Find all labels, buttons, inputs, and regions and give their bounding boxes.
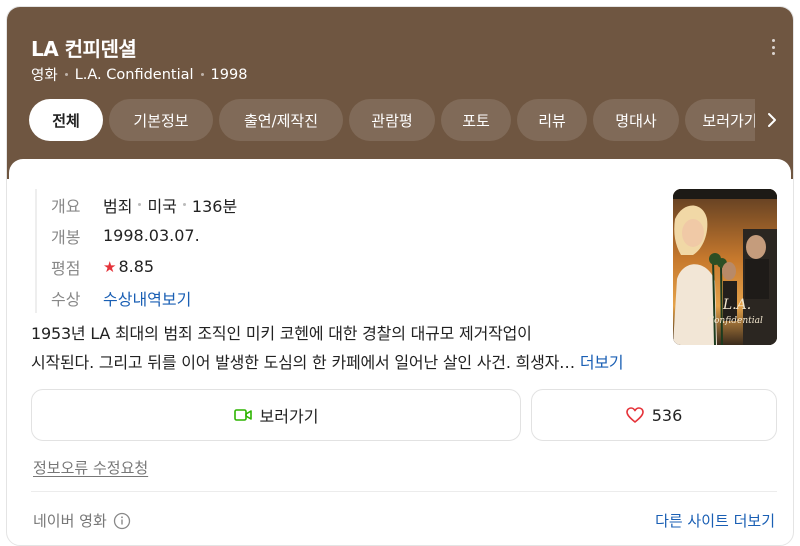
tab-watch[interactable]: 보러가기 bbox=[685, 99, 755, 141]
info-row-rating: 평점 ★ 8.85 bbox=[51, 251, 655, 282]
synopsis-line: 시작된다. 그리고 뒤를 이어 발생한 도심의 한 카페에서 일어난 살인 사건… bbox=[31, 353, 575, 372]
synopsis-line: 1953년 LA 최대의 범죄 조직인 미키 코헨에 대한 경찰의 대규모 제거… bbox=[31, 324, 532, 343]
meta-category: 영화 bbox=[31, 68, 58, 84]
tab-all[interactable]: 전체 bbox=[29, 99, 103, 141]
movie-header: LA 컨피덴셜 영화 L.A. Confidential 1998 전체 기본정… bbox=[7, 7, 793, 179]
genre: 범죄 bbox=[103, 196, 133, 216]
movie-meta: 영화 L.A. Confidential 1998 bbox=[31, 64, 247, 85]
country: 미국 bbox=[147, 196, 177, 216]
runtime: 136분 bbox=[191, 196, 238, 216]
movie-title[interactable]: LA 컨피덴셜 bbox=[31, 33, 137, 62]
tab-basic-info[interactable]: 기본정보 bbox=[109, 99, 213, 141]
source-name: 네이버 영화 bbox=[33, 512, 107, 530]
star-icon: ★ bbox=[103, 257, 117, 276]
meta-separator bbox=[200, 73, 204, 76]
release-date: 1998.03.07. bbox=[103, 226, 200, 245]
heart-icon bbox=[625, 407, 644, 423]
meta-original-title: L.A. Confidential bbox=[74, 66, 194, 83]
synopsis-more-link[interactable]: 더보기 bbox=[580, 353, 624, 372]
like-button[interactable]: 536 bbox=[531, 389, 777, 441]
info-icon[interactable] bbox=[113, 512, 131, 530]
info-row-overview: 개요 범죄 미국 136분 bbox=[51, 189, 655, 220]
divider bbox=[31, 491, 777, 492]
watch-button-label: 보러가기 bbox=[259, 407, 319, 426]
info-label: 수상 bbox=[51, 289, 81, 309]
synopsis: 1953년 LA 최대의 범죄 조직인 미키 코헨에 대한 경찰의 대규모 제거… bbox=[31, 319, 771, 377]
source-label: 네이버 영화 bbox=[33, 510, 131, 531]
meta-separator bbox=[64, 73, 68, 76]
award-link[interactable]: 수상내역보기 bbox=[103, 286, 191, 310]
report-error-link[interactable]: 정보오류 수정요청 bbox=[33, 457, 148, 478]
tab-photos[interactable]: 포토 bbox=[441, 99, 511, 141]
info-row-award: 수상 수상내역보기 bbox=[51, 282, 655, 313]
info-label: 평점 bbox=[51, 258, 81, 278]
tab-audience-reviews[interactable]: 관람평 bbox=[349, 99, 435, 141]
more-options-icon[interactable] bbox=[765, 37, 781, 57]
meta-year: 1998 bbox=[210, 66, 248, 83]
info-label: 개요 bbox=[51, 196, 81, 216]
like-count: 536 bbox=[651, 405, 683, 425]
rating-value: 8.85 bbox=[118, 257, 155, 276]
video-camera-icon bbox=[233, 409, 252, 421]
info-label: 개봉 bbox=[51, 227, 81, 247]
watch-button[interactable]: 보러가기 bbox=[31, 389, 521, 441]
tab-bar: 전체 기본정보 출연/제작진 관람평 포토 리뷰 명대사 보러가기 bbox=[29, 99, 755, 143]
more-sites-link[interactable]: 다른 사이트 더보기 bbox=[655, 510, 775, 531]
movie-body: 개요 범죄 미국 136분 개봉 1998.03.07. 평점 ★ 8.85 수… bbox=[9, 159, 791, 545]
movie-card: LA 컨피덴셜 영화 L.A. Confidential 1998 전체 기본정… bbox=[6, 6, 794, 546]
tab-reviews[interactable]: 리뷰 bbox=[517, 99, 587, 141]
info-list: 개요 범죄 미국 136분 개봉 1998.03.07. 평점 ★ 8.85 수… bbox=[35, 189, 655, 313]
svg-text:L.A.: L.A. bbox=[722, 297, 751, 313]
info-row-release: 개봉 1998.03.07. bbox=[51, 220, 655, 251]
tab-quotes[interactable]: 명대사 bbox=[593, 99, 679, 141]
chevron-right-icon[interactable] bbox=[763, 111, 781, 129]
tab-cast-crew[interactable]: 출연/제작진 bbox=[219, 99, 343, 141]
